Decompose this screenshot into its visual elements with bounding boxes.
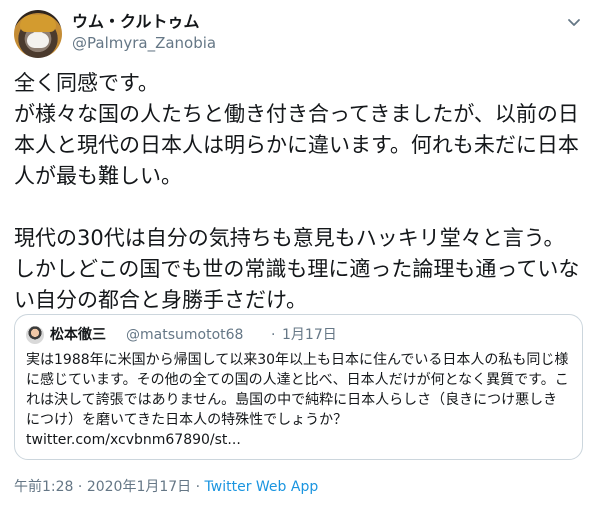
quoted-separator: · (271, 327, 276, 343)
author-display-name[interactable]: ウム・クルトゥム (72, 12, 200, 32)
avatar-mask (27, 33, 49, 48)
quoted-tweet[interactable]: 松本徹三 @matsumotot68 · 1月17日 実は1988年に米国から帰… (14, 314, 583, 460)
quoted-tweet-header: 松本徹三 @matsumotot68 · 1月17日 (26, 325, 571, 345)
tweet-date[interactable]: 2020年1月17日 (87, 479, 191, 495)
tweet-metadata: 午前1:28 · 2020年1月17日 · Twitter Web App (14, 478, 318, 496)
tweet-text: 全く同感です。 が様々な国の人たちと働き付き合ってきましたが、以前の日本人と現代… (14, 71, 580, 312)
tweet-header: ウム・クルトゥム @Palmyra_Zanobia (14, 10, 584, 60)
tweet-time[interactable]: 午前1:28 (14, 479, 73, 495)
avatar-hair (20, 15, 56, 32)
tweet: ウム・クルトゥム @Palmyra_Zanobia 全く同感です。 が様々な国の… (0, 0, 598, 516)
author-handle[interactable]: @Palmyra_Zanobia (72, 33, 216, 53)
quoted-avatar (26, 326, 44, 344)
quoted-text: 実は1988年に米国から帰国して以来30年以上も日本に住んでいる日本人の私も同じ… (26, 352, 569, 448)
quoted-display-name: 松本徹三 (50, 327, 106, 343)
quoted-handle: @matsumotot68 (126, 327, 244, 343)
meta-separator-1: · (73, 479, 87, 495)
meta-separator-2: · (191, 479, 205, 495)
quoted-date: 1月17日 (282, 327, 337, 343)
tweet-source-link[interactable]: Twitter Web App (205, 479, 319, 495)
chevron-down-icon[interactable] (564, 12, 584, 32)
avatar[interactable] (14, 10, 62, 58)
